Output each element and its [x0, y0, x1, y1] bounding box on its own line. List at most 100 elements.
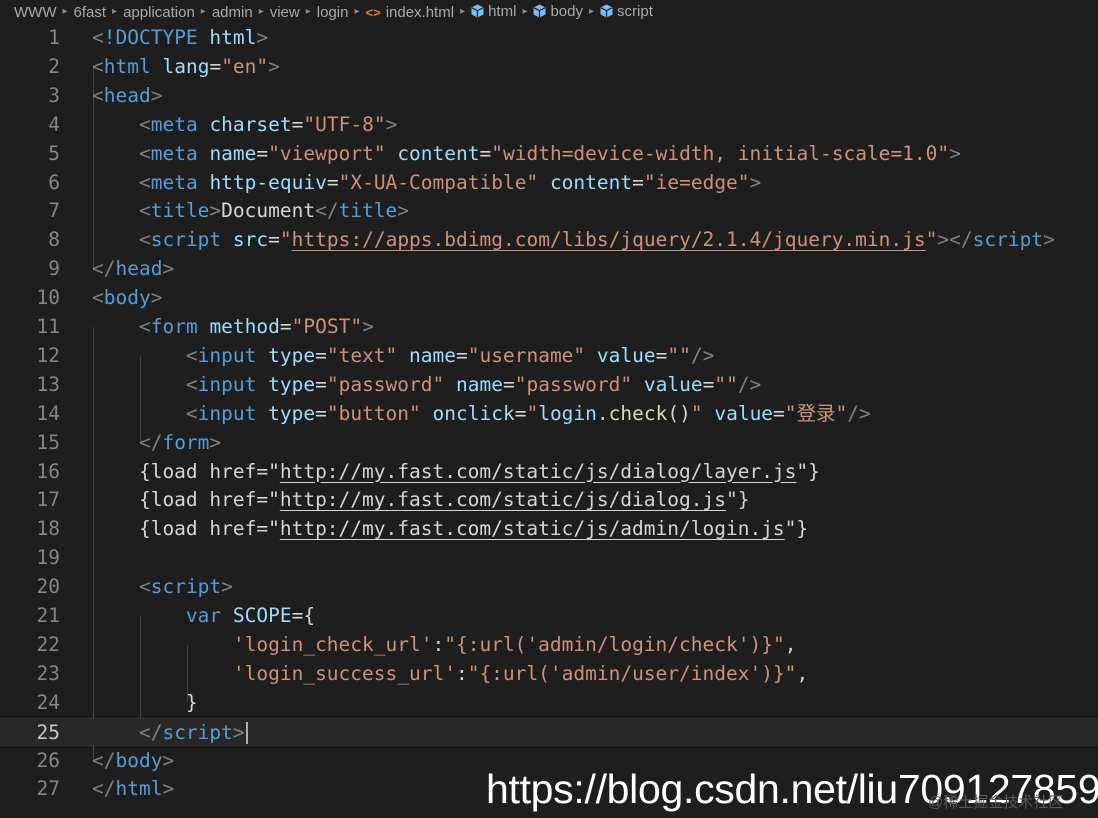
code-token: title — [338, 199, 398, 223]
code-line[interactable]: 11 <form method="POST"> — [0, 313, 1098, 342]
chevron-right-icon: ▸ — [112, 5, 118, 17]
code-text: </script> — [92, 719, 248, 748]
code-token: 'login_success_url' — [232, 661, 456, 685]
code-line[interactable]: 1 <!DOCTYPE html> — [0, 24, 1098, 53]
chevron-right-icon: ▸ — [460, 5, 466, 17]
code-token: = — [209, 54, 222, 78]
code-text: 'login_success_url':"{:url('admin/user/i… — [92, 660, 808, 689]
code-line[interactable]: 20 <script> — [0, 573, 1098, 602]
code-line[interactable]: 21 var SCOPE={ — [0, 602, 1098, 631]
code-line[interactable]: 8 <script src="https://apps.bdimg.com/li… — [0, 226, 1098, 255]
code-token: lang — [162, 54, 210, 78]
code-line[interactable]: 7 <title>Document</title> — [0, 197, 1098, 226]
code-text: </form> — [92, 429, 221, 458]
breadcrumb-item-index-html[interactable]: <> index.html — [366, 4, 455, 21]
code-line[interactable]: 6 <meta http-equiv="X-UA-Compatible" con… — [0, 169, 1098, 198]
code-line[interactable]: 13 <input type="password" name="password… — [0, 371, 1098, 400]
line-number: 9 — [48, 257, 60, 281]
code-line[interactable]: 15 </form> — [0, 429, 1098, 458]
breadcrumb-item-admin[interactable]: admin — [212, 4, 253, 21]
code-token: !DOCTYPE — [103, 26, 198, 49]
code-token: > — [362, 315, 374, 338]
code-token: = — [326, 170, 339, 194]
code-text: <input type="password" name="password" v… — [92, 371, 761, 400]
code-token: . — [596, 401, 609, 425]
code-token: > — [150, 83, 163, 107]
code-token: < — [185, 401, 198, 425]
code-token: onclick — [432, 401, 515, 425]
code-token: = — [315, 401, 327, 425]
breadcrumb-item-www[interactable]: WWW — [14, 4, 56, 21]
code-line[interactable]: 2 <html lang="en"> — [0, 53, 1098, 82]
code-token: "password" — [514, 372, 633, 396]
code-token: < — [185, 372, 198, 396]
code-token: > — [209, 430, 222, 454]
code-line[interactable]: 10 <body> — [0, 284, 1098, 313]
code-token: < — [92, 83, 104, 107]
code-token: "username" — [467, 343, 586, 367]
code-token: } — [92, 690, 198, 714]
code-token: script — [162, 720, 233, 744]
code-line[interactable]: 25 </script> — [0, 717, 1098, 748]
chevron-right-icon: ▸ — [522, 5, 528, 17]
line-number: 1 — [48, 26, 60, 49]
code-token: > — [162, 748, 175, 772]
breadcrumb-item-application[interactable]: application — [123, 4, 195, 21]
code-text: } — [92, 689, 198, 718]
line-number: 3 — [48, 83, 60, 107]
code-token: </ — [138, 430, 163, 454]
code-token: = — [279, 315, 292, 338]
code-text: </body> — [92, 747, 174, 776]
code-token: > — [256, 26, 269, 49]
code-token: /> — [690, 343, 715, 367]
code-token: = — [479, 141, 492, 165]
code-token: {load href=" — [92, 459, 280, 483]
text-cursor — [245, 722, 248, 745]
code-token: < — [92, 286, 104, 310]
code-line[interactable]: 4 <meta charset="UTF-8"> — [0, 111, 1098, 140]
code-line[interactable]: 16 {load href="http://my.fast.com/static… — [0, 458, 1098, 487]
code-line[interactable]: 24 } — [0, 689, 1098, 718]
code-line[interactable]: 18 {load href="http://my.fast.com/static… — [0, 515, 1098, 544]
line-number: 2 — [48, 54, 60, 78]
breadcrumb-item-html[interactable]: html — [471, 3, 516, 22]
code-token: " — [526, 401, 539, 425]
code-token: script — [150, 575, 222, 599]
code-line[interactable]: 23 'login_success_url':"{:url('admin/use… — [0, 660, 1098, 689]
line-number: 23 — [36, 661, 60, 685]
line-number: 10 — [36, 286, 60, 310]
code-line[interactable]: 5 <meta name="viewport" content="width=d… — [0, 140, 1098, 169]
code-line[interactable]: 3 <head> — [0, 82, 1098, 111]
code-token: "登录" — [784, 401, 848, 425]
code-line[interactable]: 14 <input type="button" onclick="login.c… — [0, 400, 1098, 429]
code-text: {load href="http://my.fast.com/static/js… — [92, 458, 820, 487]
breadcrumb-item-view[interactable]: view — [270, 4, 300, 21]
code-line[interactable]: 12 <input type="text" name="username" va… — [0, 342, 1098, 371]
code-token: form — [162, 430, 210, 454]
code-line[interactable]: 22 'login_check_url':"{:url('admin/login… — [0, 631, 1098, 660]
breadcrumb-item-script[interactable]: script — [600, 3, 653, 22]
breadcrumb-item-login[interactable]: login — [317, 4, 349, 21]
chevron-right-icon: ▸ — [354, 5, 360, 17]
code-token: < — [138, 170, 151, 194]
line-number: 7 — [48, 199, 60, 223]
breadcrumb-item-6fast[interactable]: 6fast — [74, 4, 107, 21]
breadcrumb-item-body[interactable]: body — [533, 3, 583, 22]
code-line[interactable]: 19 — [0, 544, 1098, 573]
code-editor[interactable]: 1 <!DOCTYPE html> 2 <html lang="en"> 3 <head>… — [0, 24, 1098, 818]
code-text: <meta http-equiv="X-UA-Compatible" conte… — [92, 169, 761, 198]
code-text: <input type="text" name="username" value… — [92, 342, 714, 371]
cube-icon — [600, 3, 613, 22]
code-token: </ — [92, 748, 116, 772]
code-line[interactable]: 17 {load href="http://my.fast.com/static… — [0, 486, 1098, 515]
code-line[interactable]: 9 </head> — [0, 255, 1098, 284]
line-number: 18 — [36, 517, 60, 541]
